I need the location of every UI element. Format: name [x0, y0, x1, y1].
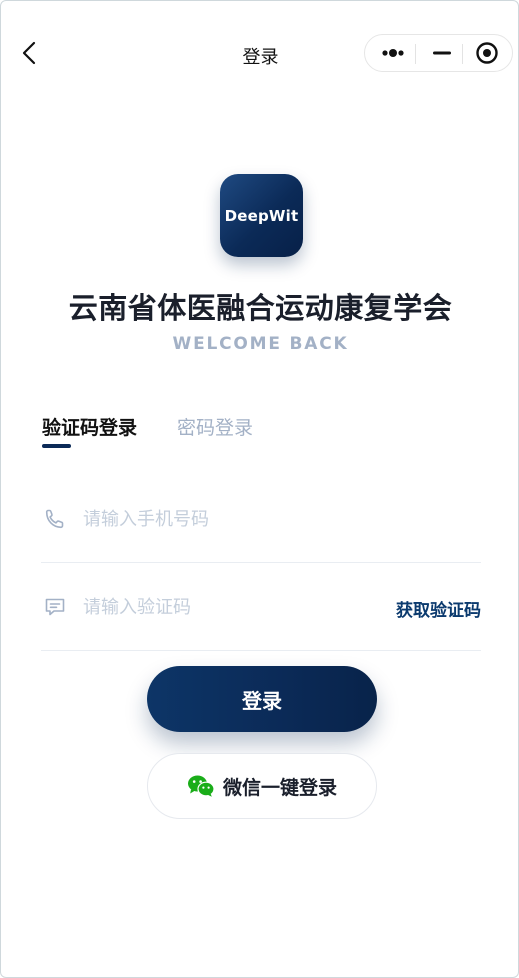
get-code-button[interactable]: 获取验证码	[396, 596, 481, 621]
message-icon	[45, 598, 65, 616]
login-button[interactable]: 登录	[147, 666, 377, 732]
welcome-subtitle: WELCOME BACK	[172, 334, 349, 354]
code-field-row: 获取验证码	[41, 562, 481, 651]
tab-sms-login[interactable]: 验证码登录	[42, 413, 137, 440]
close-button[interactable]	[465, 37, 509, 69]
wechat-icon	[187, 775, 215, 797]
verification-code-input[interactable]	[83, 592, 383, 622]
minimize-icon	[433, 51, 451, 55]
app-logo: DeepWit	[220, 174, 303, 257]
capsule-divider	[415, 44, 416, 64]
organization-title: 云南省体医融合运动康复学会	[68, 291, 453, 325]
target-close-icon	[476, 42, 498, 64]
more-dots-icon	[382, 49, 404, 57]
more-button[interactable]	[367, 37, 419, 69]
minimize-button[interactable]	[420, 37, 464, 69]
tab-password-login[interactable]: 密码登录	[177, 413, 253, 440]
active-tab-indicator	[42, 444, 71, 448]
phone-input[interactable]	[83, 504, 383, 534]
miniprogram-capsule	[364, 34, 513, 72]
phone-icon	[45, 509, 64, 529]
phone-frame: 登录 DeepWit 云南省体医融合运动康复学会 WELCOME BACK 验证…	[0, 0, 519, 978]
wechat-login-button[interactable]: 微信一键登录	[147, 753, 377, 819]
capsule-divider	[462, 44, 463, 64]
nav-bar: 登录	[1, 1, 518, 105]
phone-field-row	[41, 474, 481, 563]
wechat-login-label: 微信一键登录	[222, 776, 337, 799]
